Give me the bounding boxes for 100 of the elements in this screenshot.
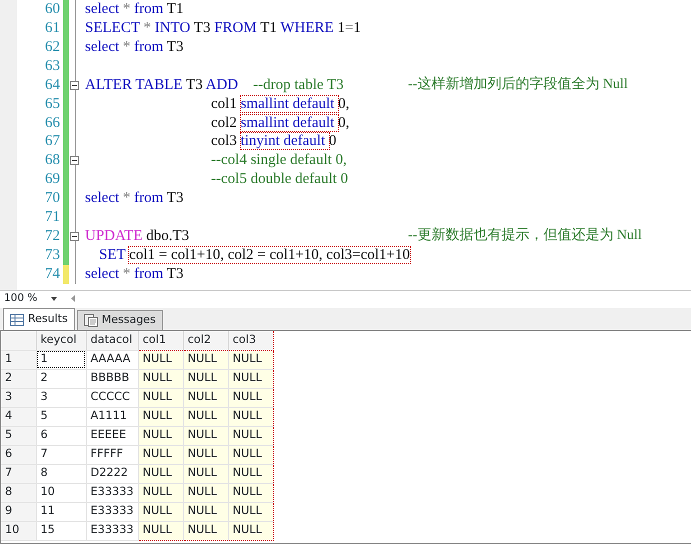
code-token: ALTER TABLE — [85, 76, 183, 93]
code-token: from — [134, 1, 164, 17]
code-token: SELECT — [85, 20, 140, 36]
code-token: FROM — [214, 20, 257, 36]
column-header: col2 — [183, 331, 228, 350]
scroll-left-icon[interactable] — [71, 295, 76, 302]
code-token: ADD — [206, 76, 238, 93]
table-cell: 3 — [36, 388, 86, 407]
code-token: from — [134, 38, 164, 55]
table-cell: NULL — [138, 521, 184, 540]
line-number: 67 — [44, 132, 61, 152]
column-header: datacol — [86, 331, 138, 350]
collapse-icon[interactable] — [70, 232, 79, 242]
code-token: T1 — [166, 1, 184, 17]
table-cell: CCCCC — [86, 388, 138, 407]
code-token: T3 — [166, 266, 184, 282]
table-cell: NULL — [183, 464, 228, 483]
code-token: * — [122, 1, 132, 17]
collapse-icon[interactable] — [70, 156, 79, 166]
table-cell: NULL — [228, 426, 274, 445]
collapse-icon[interactable] — [70, 80, 79, 90]
code-token: T3 — [166, 190, 184, 206]
row-number: 4 — [1, 407, 36, 426]
code-token: 0, — [338, 96, 350, 112]
code-token: T3 — [192, 20, 212, 36]
code-token: smallint default — [240, 96, 338, 112]
table-cell: 5 — [36, 407, 86, 426]
table-cell: NULL — [183, 407, 228, 426]
table-cell: NULL — [183, 445, 228, 464]
results-tab[interactable]: Results — [3, 308, 75, 330]
line-number: 60 — [44, 0, 61, 19]
table-cell: 8 — [36, 464, 86, 483]
table-cell: NULL — [138, 369, 184, 388]
table-cell: D2222 — [86, 464, 138, 483]
table-cell: NULL — [183, 426, 228, 445]
table-cell: NULL — [183, 388, 228, 407]
table-cell: NULL — [138, 464, 184, 483]
line-number: 70 — [44, 189, 61, 208]
table-cell: NULL — [183, 502, 228, 521]
table-cell: 6 — [36, 426, 86, 445]
code-token: col3 — [211, 133, 238, 150]
line-number: 63 — [44, 56, 61, 76]
table-cell: NULL — [138, 350, 184, 369]
messages-tab[interactable]: Messages — [76, 310, 163, 330]
table-cell: NULL — [228, 464, 274, 483]
row-number: 7 — [1, 464, 36, 483]
line-number: 71 — [44, 208, 61, 228]
column-header: col3 — [228, 331, 274, 350]
table-cell: BBBBB — [86, 369, 138, 388]
table-cell: NULL — [228, 369, 274, 388]
line-number: 62 — [44, 38, 61, 57]
code-token: SET — [99, 246, 126, 263]
table-cell: 11 — [36, 502, 86, 521]
code-token: WHERE — [280, 20, 334, 36]
code-comment: --drop table T3 — [252, 76, 344, 93]
table-cell: E33333 — [86, 502, 138, 521]
table-cell: NULL — [228, 388, 274, 407]
code-comment: --col4 single default 0, — [211, 152, 347, 168]
table-cell: NULL — [138, 483, 184, 502]
code-token: 0, — [338, 114, 350, 131]
code-comment: --更新数据也有提示，但值还是为 Null — [408, 227, 642, 246]
zoom-level[interactable]: 100 % — [4, 290, 38, 306]
row-number: 10 — [1, 521, 36, 540]
table-cell: 15 — [36, 521, 86, 540]
code-token: = — [344, 20, 354, 36]
code-token: 0 — [328, 133, 336, 150]
column-header: col1 — [138, 331, 184, 350]
dropdown-caret-icon[interactable] — [51, 296, 58, 300]
row-number: 9 — [1, 502, 36, 521]
code-comment: --col5 double default 0 — [211, 171, 348, 188]
table-cell: NULL — [138, 426, 184, 445]
table-cell: E33333 — [86, 483, 138, 502]
line-number: 66 — [44, 114, 61, 132]
table-cell: 7 — [36, 445, 86, 464]
document-icon — [84, 314, 98, 327]
table-cell: NULL — [183, 350, 228, 369]
code-token: select — [85, 1, 120, 17]
row-number: 2 — [1, 369, 36, 388]
row-number: 8 — [1, 483, 36, 502]
table-cell: EEEEE — [86, 426, 138, 445]
table-cell: NULL — [183, 369, 228, 388]
code-comment: --这样新增加列后的字段值全为 Null — [408, 76, 628, 94]
code-token: T1 — [259, 20, 278, 36]
code-token: * — [122, 266, 132, 282]
code-token: 1 — [353, 20, 361, 36]
line-number: 73 — [44, 246, 61, 265]
table-cell: NULL — [228, 350, 274, 369]
code-token: dbo.T3 — [145, 228, 190, 244]
code-token: * — [122, 190, 132, 206]
table-cell: E33333 — [86, 521, 138, 540]
line-number: 61 — [44, 18, 61, 38]
code-token: 1 — [336, 20, 345, 36]
table-cell: NULL — [138, 445, 184, 464]
table-cell: NULL — [228, 407, 274, 426]
grid-icon — [10, 314, 24, 326]
code-token: T3 — [185, 76, 204, 93]
table-cell: NULL — [183, 483, 228, 502]
table-cell: NULL — [228, 483, 274, 502]
table-cell: NULL — [228, 521, 274, 540]
code-token: col2 — [211, 114, 238, 131]
